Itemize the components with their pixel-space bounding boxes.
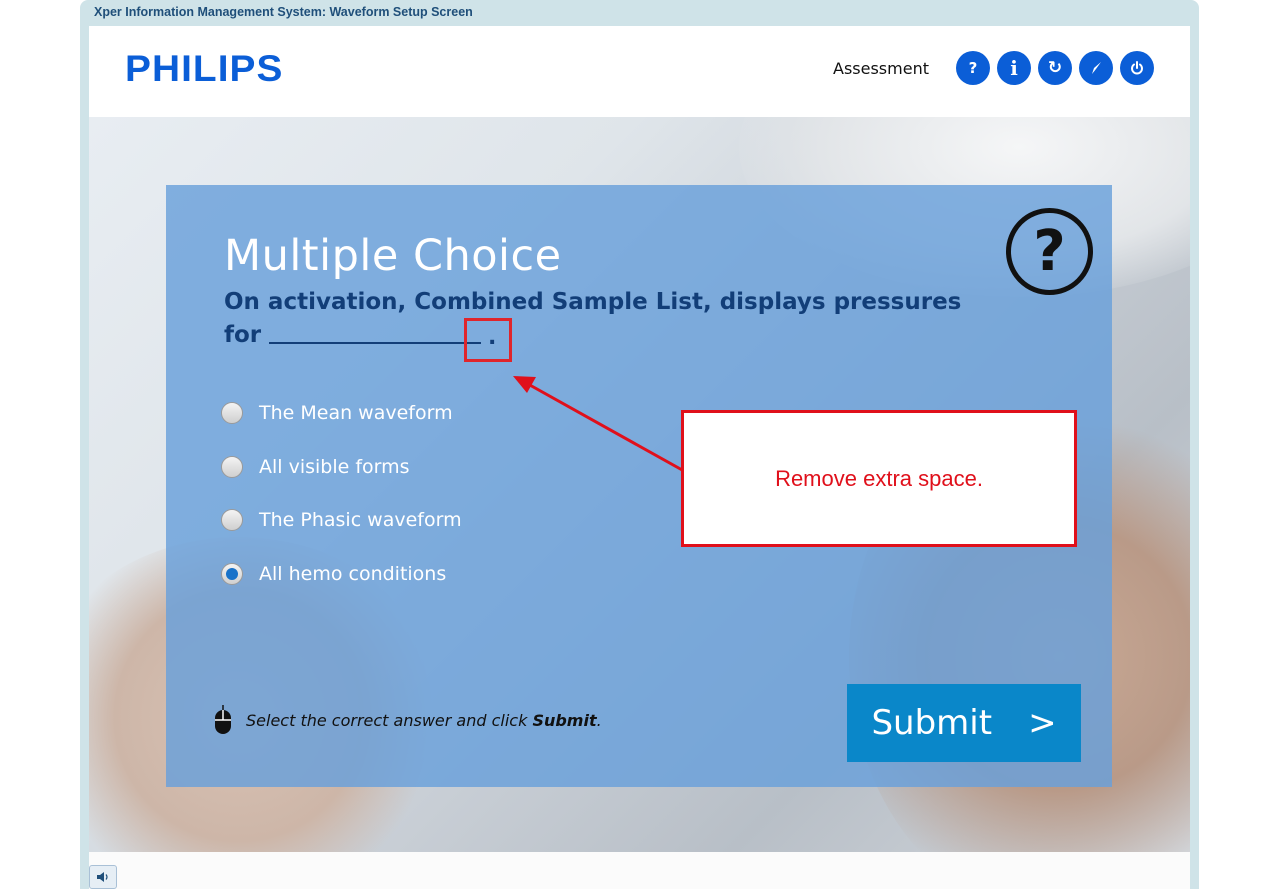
annotation-callout: Remove extra space. bbox=[681, 410, 1077, 547]
option-label: All hemo conditions bbox=[259, 563, 447, 585]
radio-button[interactable] bbox=[221, 509, 243, 531]
option-phasic-waveform[interactable]: The Phasic waveform bbox=[221, 507, 462, 533]
instruction-suffix: . bbox=[596, 710, 602, 730]
audio-button[interactable] bbox=[89, 865, 117, 889]
answer-blank bbox=[269, 342, 481, 344]
annotation-highlight-box bbox=[464, 318, 512, 362]
philips-logo: PHILIPS bbox=[125, 48, 284, 89]
help-icon: ? bbox=[968, 59, 978, 77]
compass-icon bbox=[1092, 62, 1101, 74]
help-button[interactable]: ? bbox=[956, 51, 990, 85]
option-label: The Phasic waveform bbox=[259, 509, 462, 531]
refresh-icon: ↻ bbox=[1047, 58, 1063, 78]
submit-button[interactable]: Submit > bbox=[847, 684, 1081, 762]
option-all-hemo-conditions[interactable]: All hemo conditions bbox=[221, 561, 446, 587]
radio-button[interactable] bbox=[221, 402, 243, 424]
footer-strip bbox=[89, 852, 1190, 889]
question-line-1: On activation, Combined Sample List, dis… bbox=[224, 289, 962, 315]
mouse-icon bbox=[215, 705, 231, 734]
radio-button-selected[interactable] bbox=[221, 563, 243, 585]
submit-label: Submit bbox=[871, 703, 993, 743]
section-label: Assessment bbox=[833, 59, 929, 78]
speaker-icon bbox=[97, 872, 108, 882]
radio-button[interactable] bbox=[221, 456, 243, 478]
question-help-icon: ? bbox=[1006, 208, 1093, 295]
power-button[interactable] bbox=[1120, 51, 1154, 85]
instruction: Select the correct answer and click Subm… bbox=[214, 705, 602, 735]
annotation-text: Remove extra space. bbox=[775, 465, 983, 491]
instruction-bold: Submit bbox=[532, 710, 597, 730]
compass-button[interactable] bbox=[1079, 51, 1113, 85]
chevron-right-icon: > bbox=[1028, 703, 1057, 743]
power-icon bbox=[1131, 61, 1143, 75]
info-icon: i bbox=[1010, 56, 1018, 80]
question-type-heading: Multiple Choice bbox=[224, 231, 562, 281]
instruction-prefix: Select the correct answer and click bbox=[246, 710, 533, 730]
refresh-button[interactable]: ↻ bbox=[1038, 51, 1072, 85]
window-title: Xper Information Management System: Wave… bbox=[94, 5, 473, 19]
option-all-visible-forms[interactable]: All visible forms bbox=[221, 454, 410, 480]
instruction-text: Select the correct answer and click Subm… bbox=[246, 711, 602, 730]
option-label: All visible forms bbox=[259, 456, 410, 478]
info-button[interactable]: i bbox=[997, 51, 1031, 85]
header-bar: PHILIPS Assessment ? i ↻ bbox=[89, 26, 1190, 117]
option-label: The Mean waveform bbox=[259, 402, 453, 424]
question-line-2: for bbox=[224, 322, 262, 348]
option-mean-waveform[interactable]: The Mean waveform bbox=[221, 400, 453, 426]
